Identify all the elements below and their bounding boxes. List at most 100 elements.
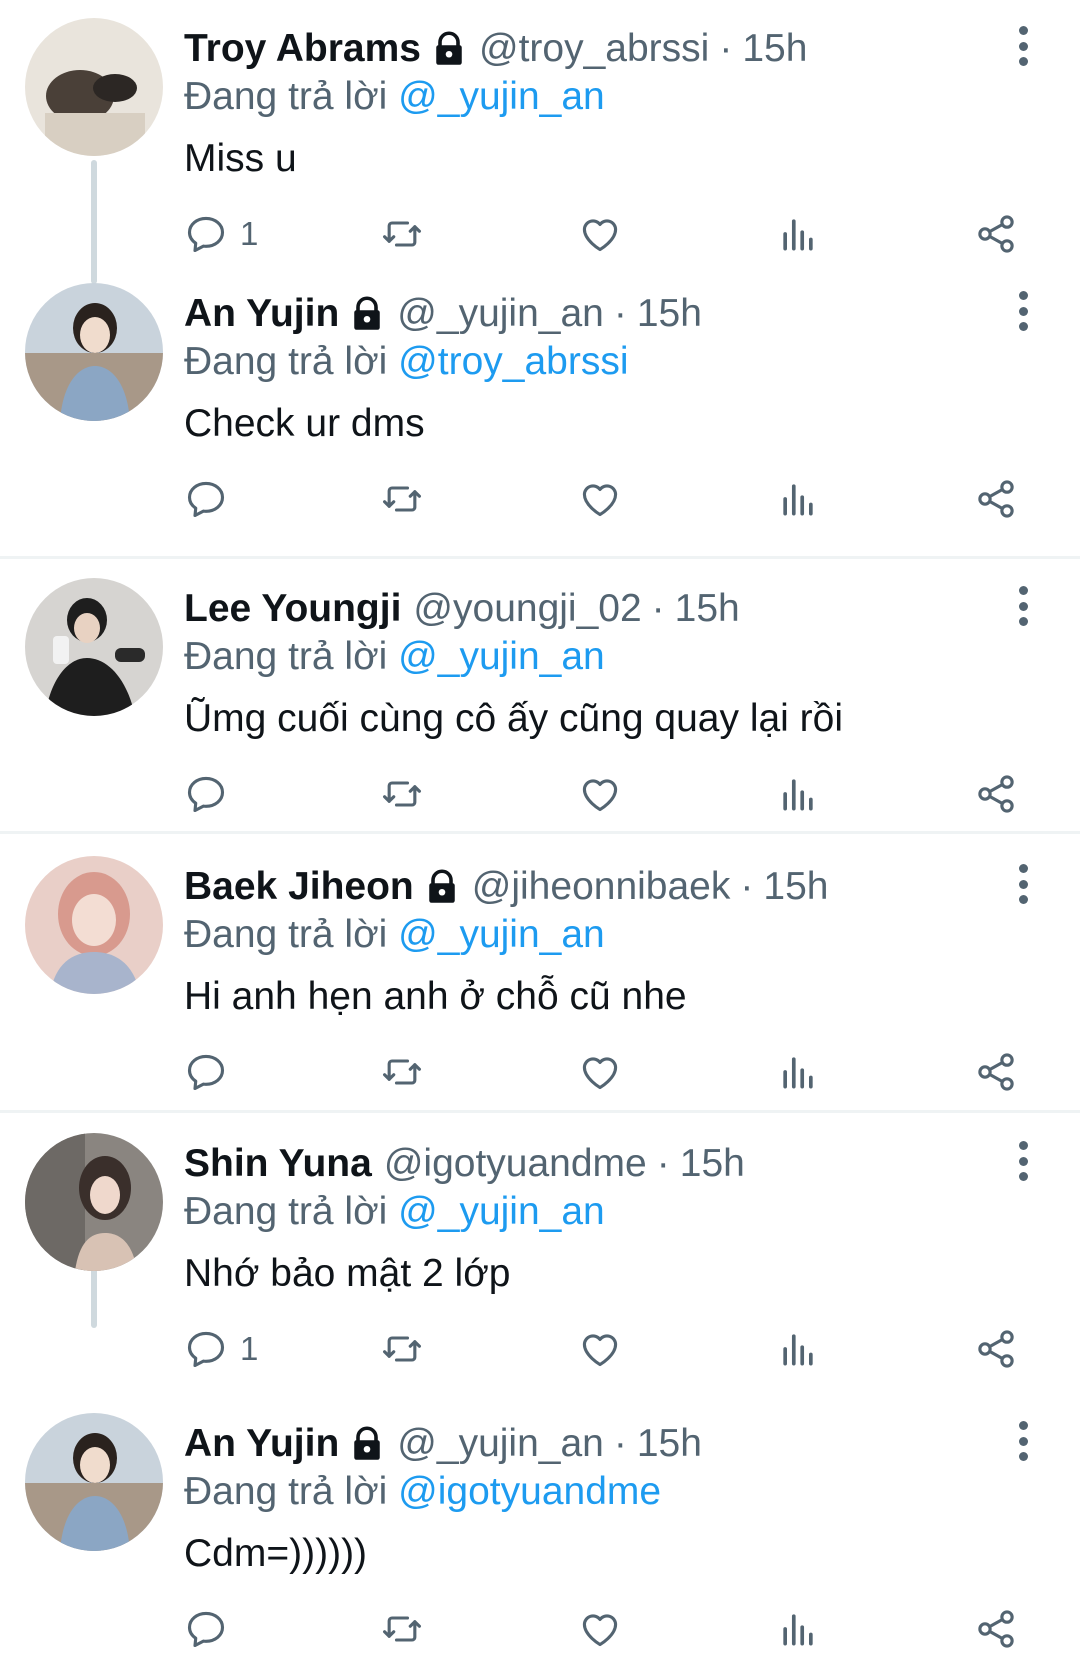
reply-button[interactable]: 1 bbox=[184, 206, 258, 262]
reply-bubble-icon bbox=[187, 1331, 225, 1368]
avatar[interactable] bbox=[25, 578, 163, 716]
like-button[interactable] bbox=[578, 1321, 622, 1377]
retweet-icon bbox=[383, 486, 421, 512]
display-name[interactable]: Shin Yuna bbox=[184, 1139, 372, 1189]
user-handle[interactable]: @_yujin_an bbox=[397, 1419, 604, 1469]
more-options-button[interactable] bbox=[1005, 291, 1041, 331]
replying-to-mention[interactable]: @troy_abrssi bbox=[398, 340, 628, 383]
like-button[interactable] bbox=[578, 1044, 622, 1100]
share-button[interactable] bbox=[974, 1321, 1018, 1377]
more-vertical-icon bbox=[1018, 1421, 1028, 1430]
avatar[interactable] bbox=[25, 18, 163, 156]
user-handle[interactable]: @_yujin_an bbox=[397, 289, 604, 339]
like-button[interactable] bbox=[578, 766, 622, 822]
views-button[interactable] bbox=[776, 1321, 820, 1377]
replying-to-mention[interactable]: @_yujin_an bbox=[398, 913, 605, 956]
share-icon bbox=[978, 1330, 1014, 1368]
retweet-icon bbox=[383, 781, 421, 807]
tweet-actions bbox=[0, 1601, 1080, 1657]
tweet[interactable]: An Yujin @_yujin_an · 15h Đang trả lời @… bbox=[0, 1395, 1080, 1655]
like-button[interactable] bbox=[578, 1601, 622, 1657]
more-vertical-icon bbox=[1018, 601, 1028, 611]
share-icon bbox=[978, 1610, 1014, 1648]
avatar[interactable] bbox=[25, 1413, 163, 1551]
tweet[interactable]: Lee Youngji @youngji_02 · 15h Đang trả l… bbox=[0, 560, 1080, 820]
replying-to: Đang trả lời @_yujin_an bbox=[184, 910, 605, 960]
reply-button[interactable] bbox=[184, 471, 240, 527]
tweet[interactable]: Troy Abrams @troy_abrssi · 15h Đang trả … bbox=[0, 0, 1080, 260]
display-name[interactable]: Baek Jiheon bbox=[184, 862, 414, 912]
retweet-button[interactable] bbox=[380, 206, 424, 262]
divider bbox=[0, 1110, 1080, 1113]
share-button[interactable] bbox=[974, 766, 1018, 822]
views-button[interactable] bbox=[776, 1601, 820, 1657]
user-handle[interactable]: @igotyuandme bbox=[384, 1139, 647, 1189]
tweet-header: Baek Jiheon @jiheonnibaek · 15h bbox=[184, 862, 828, 912]
replying-to-label: Đang trả lời bbox=[184, 1190, 388, 1233]
tweet-text: Check ur dms bbox=[184, 402, 425, 445]
more-options-button[interactable] bbox=[1005, 1141, 1041, 1181]
tweet[interactable]: An Yujin @_yujin_an · 15h Đang trả lời @… bbox=[0, 265, 1080, 525]
user-handle[interactable]: @troy_abrssi bbox=[479, 24, 709, 74]
more-vertical-icon bbox=[1018, 879, 1028, 889]
user-handle[interactable]: @jiheonnibaek bbox=[472, 862, 731, 912]
retweet-button[interactable] bbox=[380, 1601, 424, 1657]
tweet[interactable]: Baek Jiheon @jiheonnibaek · 15h Đang trả… bbox=[0, 838, 1080, 1098]
like-button[interactable] bbox=[578, 471, 622, 527]
timestamp[interactable]: 15h bbox=[675, 584, 740, 634]
views-button[interactable] bbox=[776, 471, 820, 527]
heart-icon bbox=[582, 484, 618, 517]
more-options-button[interactable] bbox=[1005, 864, 1041, 904]
avatar[interactable] bbox=[25, 856, 163, 994]
tweet-actions: 1 bbox=[0, 206, 1080, 262]
replying-to-mention[interactable]: @_yujin_an bbox=[398, 75, 605, 118]
display-name[interactable]: Lee Youngji bbox=[184, 584, 401, 634]
replying-to-label: Đang trả lời bbox=[184, 913, 388, 956]
like-button[interactable] bbox=[578, 206, 622, 262]
retweet-button[interactable] bbox=[380, 766, 424, 822]
more-options-button[interactable] bbox=[1005, 586, 1041, 626]
more-options-button[interactable] bbox=[1005, 26, 1041, 66]
timestamp[interactable]: 15h bbox=[680, 1139, 745, 1189]
share-button[interactable] bbox=[974, 206, 1018, 262]
reply-button[interactable]: 1 bbox=[184, 1321, 258, 1377]
share-button[interactable] bbox=[974, 471, 1018, 527]
replying-to-mention[interactable]: @igotyuandme bbox=[398, 1470, 661, 1513]
user-handle[interactable]: @youngji_02 bbox=[413, 584, 641, 634]
display-name[interactable]: An Yujin bbox=[184, 1419, 339, 1469]
reply-button[interactable] bbox=[184, 766, 240, 822]
tweet-actions bbox=[0, 1044, 1080, 1100]
more-options-button[interactable] bbox=[1005, 1421, 1041, 1461]
reply-button[interactable] bbox=[184, 1044, 240, 1100]
retweet-button[interactable] bbox=[380, 471, 424, 527]
display-name[interactable]: An Yujin bbox=[184, 289, 339, 339]
more-vertical-icon bbox=[1018, 1141, 1028, 1150]
timestamp[interactable]: 15h bbox=[742, 24, 807, 74]
retweet-button[interactable] bbox=[380, 1321, 424, 1377]
lock-icon bbox=[349, 1426, 385, 1462]
avatar[interactable] bbox=[25, 283, 163, 421]
display-name[interactable]: Troy Abrams bbox=[184, 24, 421, 74]
heart-icon bbox=[582, 1334, 618, 1367]
retweet-button[interactable] bbox=[380, 1044, 424, 1100]
share-button[interactable] bbox=[974, 1601, 1018, 1657]
tweet-text: Nhớ bảo mật 2 lớp bbox=[184, 1252, 511, 1295]
replying-to-mention[interactable]: @_yujin_an bbox=[398, 1190, 605, 1233]
timestamp[interactable]: 15h bbox=[637, 289, 702, 339]
avatar[interactable] bbox=[25, 1133, 163, 1271]
separator-dot: · bbox=[719, 27, 733, 70]
views-button[interactable] bbox=[776, 766, 820, 822]
more-vertical-icon bbox=[1018, 306, 1028, 316]
replying-to: Đang trả lời @igotyuandme bbox=[184, 1467, 661, 1517]
share-button[interactable] bbox=[974, 1044, 1018, 1100]
tweet[interactable]: Shin Yuna @igotyuandme · 15h Đang trả lờ… bbox=[0, 1115, 1080, 1375]
tweet-header: Lee Youngji @youngji_02 · 15h bbox=[184, 584, 740, 634]
reply-bubble-icon bbox=[187, 481, 225, 518]
views-button[interactable] bbox=[776, 1044, 820, 1100]
timestamp[interactable]: 15h bbox=[763, 862, 828, 912]
retweet-icon bbox=[383, 1059, 421, 1085]
replying-to-mention[interactable]: @_yujin_an bbox=[398, 635, 605, 678]
timestamp[interactable]: 15h bbox=[637, 1419, 702, 1469]
reply-button[interactable] bbox=[184, 1601, 240, 1657]
views-button[interactable] bbox=[776, 206, 820, 262]
